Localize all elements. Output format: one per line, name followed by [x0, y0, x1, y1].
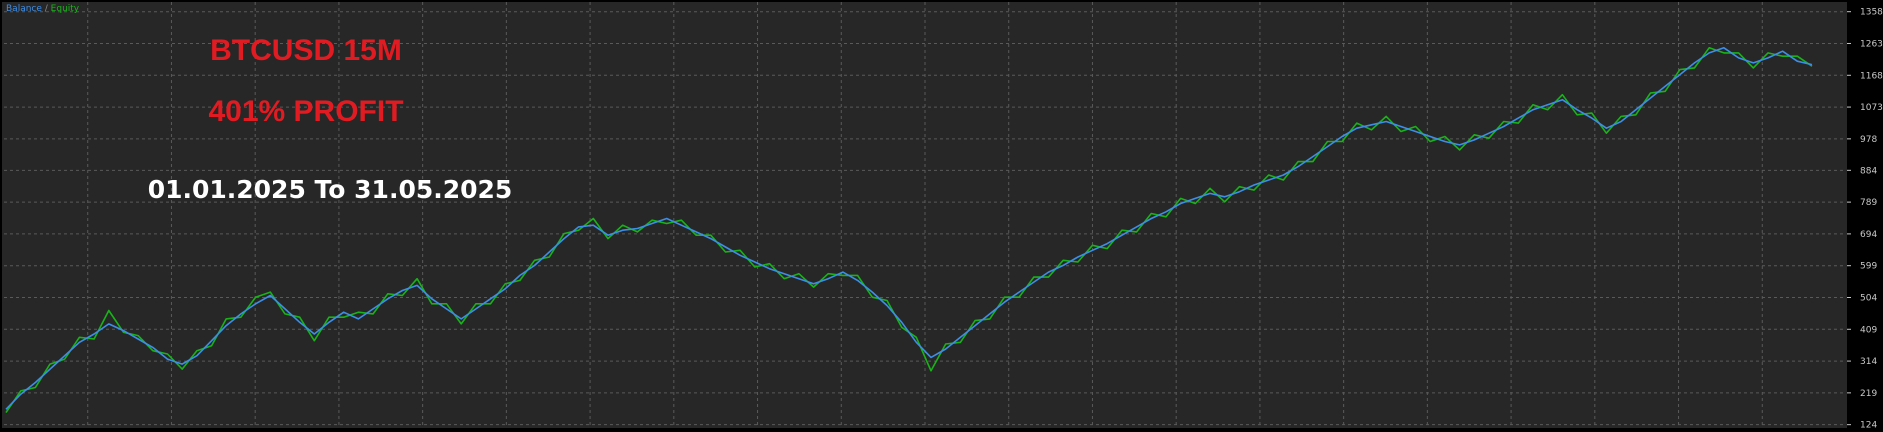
- y-tick-label: 124: [1860, 421, 1877, 431]
- y-tick-label: 1168: [1860, 71, 1883, 81]
- y-tick-label: 409: [1860, 325, 1877, 335]
- legend-separator: /: [42, 4, 51, 14]
- legend-balance: Balance: [6, 4, 42, 14]
- y-tick-label: 1263: [1860, 39, 1883, 49]
- overlay-period: 01.01.2025 To 31.05.2025: [148, 175, 513, 204]
- y-tick-label: 599: [1860, 262, 1877, 272]
- y-tick-label: 884: [1860, 166, 1877, 176]
- overlay-title: BTCUSD 15M: [210, 34, 402, 67]
- legend-equity: Equity: [51, 4, 80, 14]
- y-tick-label: 1358: [1860, 8, 1883, 18]
- y-tick-label: 219: [1860, 389, 1877, 399]
- y-tick-label: 694: [1860, 230, 1877, 240]
- y-tick-label: 978: [1860, 135, 1877, 145]
- y-tick-label: 1073: [1860, 103, 1883, 113]
- y-tick-label: 504: [1860, 293, 1877, 303]
- legend: Balance / Equity: [6, 4, 80, 14]
- y-tick-label: 789: [1860, 198, 1877, 208]
- overlay-profit: 401% PROFIT: [208, 95, 403, 128]
- equity-chart: 124 219 314 409 504 599 694 789 884 978 1073 1168 12…: [0, 0, 1883, 432]
- y-tick-label: 314: [1860, 357, 1877, 367]
